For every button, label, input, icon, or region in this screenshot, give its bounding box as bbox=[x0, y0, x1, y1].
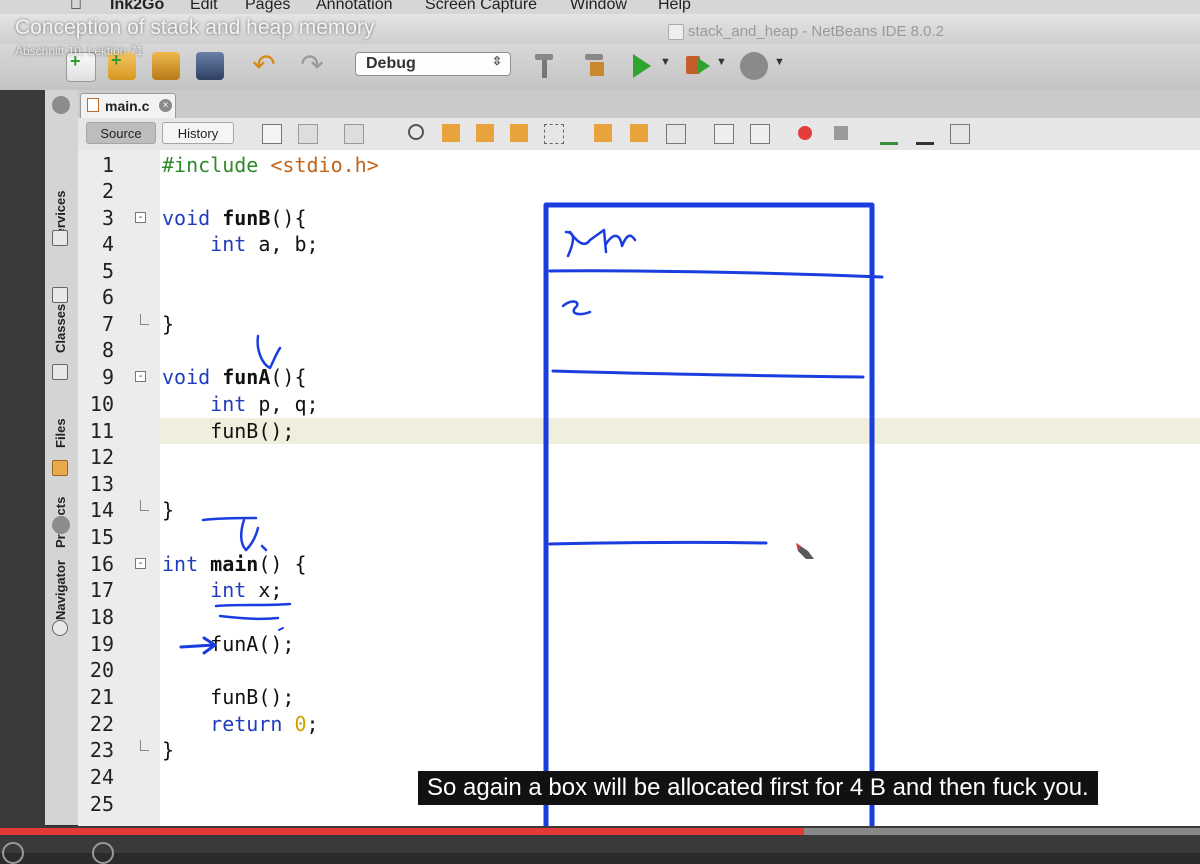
caption-text: So again a box will be allocated first f… bbox=[418, 771, 1098, 805]
stack-box bbox=[543, 202, 875, 843]
stack-divider bbox=[548, 540, 768, 546]
progress-fill bbox=[0, 828, 804, 835]
video-title: Conception of stack and heap memory bbox=[15, 16, 375, 39]
dot-mark bbox=[278, 627, 284, 631]
scribble-mark-main bbox=[201, 516, 268, 552]
annotation-layer bbox=[179, 202, 884, 843]
play-control-icon[interactable] bbox=[2, 842, 24, 864]
pen-cursor-icon bbox=[796, 543, 814, 559]
stack-handwriting bbox=[564, 228, 637, 258]
video-subtitle: Abschnitt 10, Lektion 71 bbox=[15, 44, 144, 58]
slot-x-handwriting bbox=[561, 300, 592, 316]
arrow-mark-funa bbox=[256, 334, 282, 370]
stack-divider bbox=[551, 369, 865, 379]
rewind-control-icon[interactable] bbox=[92, 842, 114, 864]
arrow-to-funa-call bbox=[179, 636, 217, 655]
underline-int-x bbox=[214, 602, 292, 621]
stack-divider bbox=[548, 269, 884, 279]
